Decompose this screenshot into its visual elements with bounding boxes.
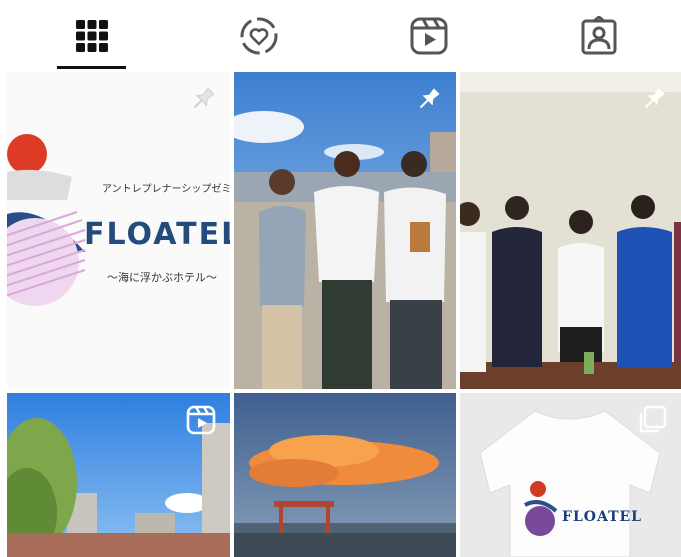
post-tile-6[interactable]: FLOATEL [460, 393, 681, 557]
tagged-icon [581, 16, 616, 55]
post-tile-4[interactable] [7, 393, 230, 557]
pin-icon [644, 88, 665, 109]
pin-icon [193, 87, 215, 109]
tab-reels[interactable] [394, 0, 463, 72]
tab-tagged[interactable] [564, 0, 633, 72]
post-image-2 [234, 72, 456, 389]
reels-icon [410, 17, 447, 55]
pin-icon [419, 88, 440, 109]
post-1-subtitle: アントレプレナーシップゼミ [102, 184, 230, 195]
post-tile-5[interactable] [234, 393, 456, 557]
collab-icon [240, 17, 277, 55]
post-tile-1[interactable]: アントレプレナーシップゼミ FLOATEL 〜海に浮かぶホテル〜 [7, 72, 230, 389]
post-image-3 [460, 72, 681, 389]
active-tab-indicator [57, 66, 126, 69]
multi-post-icon [639, 405, 667, 433]
posts-grid: アントレプレナーシップゼミ FLOATEL 〜海に浮かぶホテル〜 FLOATEL [0, 72, 681, 557]
post-tile-2[interactable] [234, 72, 456, 389]
post-1-tagline: 〜海に浮かぶホテル〜 [107, 271, 217, 284]
tab-posts-grid[interactable] [57, 0, 126, 72]
profile-tab-bar [0, 0, 681, 72]
post-6-logo: FLOATEL [562, 509, 643, 525]
tab-collab[interactable] [224, 0, 293, 72]
reel-icon [186, 405, 216, 435]
post-tile-3[interactable] [460, 72, 681, 389]
grid-icon [75, 20, 108, 52]
post-image-5 [234, 393, 456, 557]
post-1-logo: FLOATEL [84, 217, 230, 252]
